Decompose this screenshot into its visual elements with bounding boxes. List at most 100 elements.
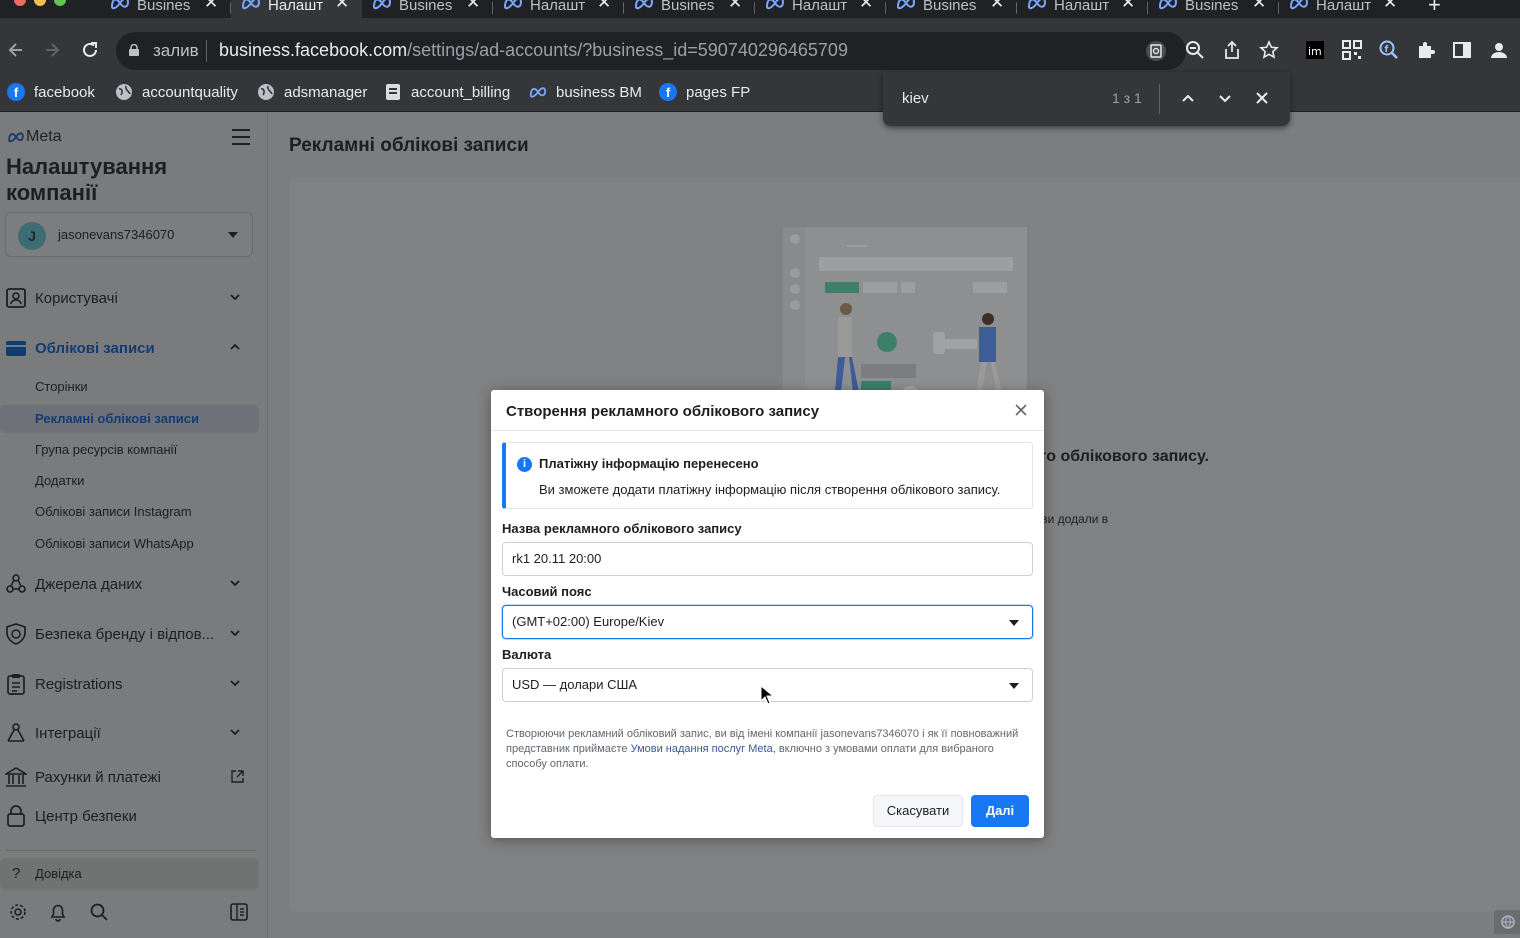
browser-tab[interactable]: Busines ✕ [362,0,493,18]
bookmark-adsmanager[interactable]: adsmanager [257,82,367,102]
empty-state-heading-partial: ого облікового запису. [1030,448,1209,465]
currency-label: Валюта [502,647,552,662]
gear-icon[interactable] [8,902,28,922]
tab-close-icon[interactable]: ✕ [859,0,873,11]
sidebar-divider [6,850,256,851]
sidebar-item-accounts[interactable]: Облікові записи [0,330,260,366]
bookmark-facebook[interactable]: f facebook [7,82,95,102]
address-bar[interactable]: залив business.facebook.com/settings/ad-… [116,32,1186,70]
tab-close-icon[interactable]: ✕ [204,0,218,11]
share-icon[interactable] [1222,40,1242,60]
sidebar-subitem-business-asset-groups[interactable]: Група ресурсів компанії [0,436,259,464]
tab-close-icon[interactable]: ✕ [335,0,349,11]
tab-close-icon[interactable]: ✕ [597,0,611,11]
zoom-icon[interactable] [1185,40,1205,60]
browser-tab[interactable]: Налашт ✕ [1017,0,1148,18]
browser-tab[interactable]: Налашт ✕ [493,0,624,18]
terms-text: Створюючи рекламний обліковий запис, ви … [506,727,1031,772]
browser-tab[interactable]: Busines ✕ [886,0,1017,18]
browser-tab[interactable]: Налашт ✕ [1279,0,1410,18]
timezone-select[interactable]: (GMT+02:00) Europe/Kiev [502,605,1033,639]
close-icon[interactable] [1013,402,1029,418]
tab-close-icon[interactable]: ✕ [466,0,480,11]
side-panel-icon[interactable] [1452,40,1472,60]
bookmark-accountquality[interactable]: accountquality [115,82,238,102]
bookmark-label: pages FP [686,83,751,101]
tab-close-icon[interactable]: ✕ [1383,0,1397,11]
next-button[interactable]: Далі [971,795,1029,827]
browser-tab[interactable]: Busines ✕ [1148,0,1279,18]
sidebar-item-label: Центр безпеки [35,807,137,825]
find-input[interactable]: kiev [902,90,929,107]
sidebar-item-billing[interactable]: Рахунки й платежі [0,759,260,795]
tab-close-icon[interactable]: ✕ [1252,0,1266,11]
close-icon[interactable] [1252,88,1272,108]
window-zoom-button[interactable] [54,0,66,6]
cancel-button[interactable]: Скасувати [873,795,963,827]
find-in-page-icon[interactable] [1146,41,1166,61]
lock-icon[interactable] [129,44,139,56]
sidebar-subitem-apps[interactable]: Додатки [0,467,259,495]
menu-icon[interactable] [232,129,250,145]
sidebar-item-brand-safety[interactable]: Безпека бренду і відпов... [0,616,260,652]
url-text[interactable]: business.facebook.com/settings/ad-accoun… [219,40,848,61]
tab-close-icon[interactable]: ✕ [728,0,742,11]
sidebar-subitem-pages[interactable]: Сторінки [0,373,259,401]
browser-tab[interactable]: Busines ✕ [100,0,231,18]
meta-icon [896,0,916,10]
profile-icon[interactable] [1489,40,1509,60]
chevron-up-icon[interactable] [1178,88,1198,108]
browser-tab[interactable]: Налашт ✕ [755,0,886,18]
ad-account-name-input[interactable]: rk1 20.11 20:00 [502,542,1033,576]
sidebar-subitem-instagram-accounts[interactable]: Облікові записи Instagram [0,498,259,526]
sidebar-subitem-whatsapp-accounts[interactable]: Облікові записи WhatsApp [0,530,259,558]
bank-icon [5,767,27,787]
qr-code-icon[interactable] [1342,40,1362,60]
forward-icon[interactable] [42,40,62,60]
chevron-down-icon[interactable] [1215,88,1235,108]
extension-im-icon[interactable]: im [1305,40,1325,60]
new-tab-button[interactable]: + [1428,0,1441,16]
tab-title: Налашт [268,0,324,14]
search-icon[interactable] [89,902,109,922]
tab-list: Busines ✕ Налашт ✕ Busines ✕ Налашт ✕ Bu… [100,0,1410,18]
meta-logo[interactable]: Meta [6,128,62,146]
globe-icon[interactable] [1494,910,1520,934]
bell-icon[interactable] [48,902,68,922]
chevron-up-icon [230,343,240,350]
window-close-button[interactable] [14,0,26,6]
sidebar-item-help[interactable]: ? Довідка [0,858,259,890]
accounts-icon [6,341,26,356]
panel-toggle-icon[interactable] [229,902,249,922]
browser-tab[interactable]: Busines ✕ [624,0,755,18]
dialog-title: Створення рекламного облікового запису [506,403,820,420]
sidebar-item-data-sources[interactable]: Джерела даних [0,566,260,602]
tab-close-icon[interactable]: ✕ [1121,0,1135,11]
window-minimize-button[interactable] [34,0,46,6]
bookmark-account-billing[interactable]: account_billing [384,82,510,102]
browser-tab-active[interactable]: Налашт ✕ [231,0,362,18]
extensions-puzzle-icon[interactable] [1416,40,1436,60]
meta-icon [529,87,547,98]
dialog-divider [491,430,1044,431]
create-ad-account-dialog: Створення рекламного облікового запису i… [491,390,1044,838]
sidebar-item-label: Джерела даних [35,575,143,593]
bookmark-pages-fp[interactable]: f pages FP [659,82,750,102]
facebook-search-extension-icon[interactable]: f [1379,40,1399,60]
account-selector[interactable]: J jasonevans7346070 [5,212,253,257]
profile-chip[interactable]: залив [153,41,199,61]
reload-icon[interactable] [80,40,100,60]
bookmark-star-icon[interactable] [1259,40,1279,60]
sidebar-item-security-center[interactable]: Центр безпеки [0,798,260,834]
svg-text:im: im [1308,45,1322,58]
back-icon[interactable] [6,40,26,60]
sidebar-item-users[interactable]: Користувачі [0,280,260,316]
sidebar-item-registrations[interactable]: Registrations [0,666,260,702]
browser-tab-strip: Busines ✕ Налашт ✕ Busines ✕ Налашт ✕ Bu… [0,0,1520,18]
bookmark-business-bm[interactable]: business BM [529,82,642,102]
tab-close-icon[interactable]: ✕ [990,0,1004,11]
terms-of-service-link[interactable]: Умови надання послуг Meta [631,743,773,755]
tab-title: Busines [137,0,191,14]
sidebar-item-integrations[interactable]: Інтеграції [0,715,260,751]
sidebar-subitem-ad-accounts[interactable]: Рекламні облікові записи [0,405,259,433]
